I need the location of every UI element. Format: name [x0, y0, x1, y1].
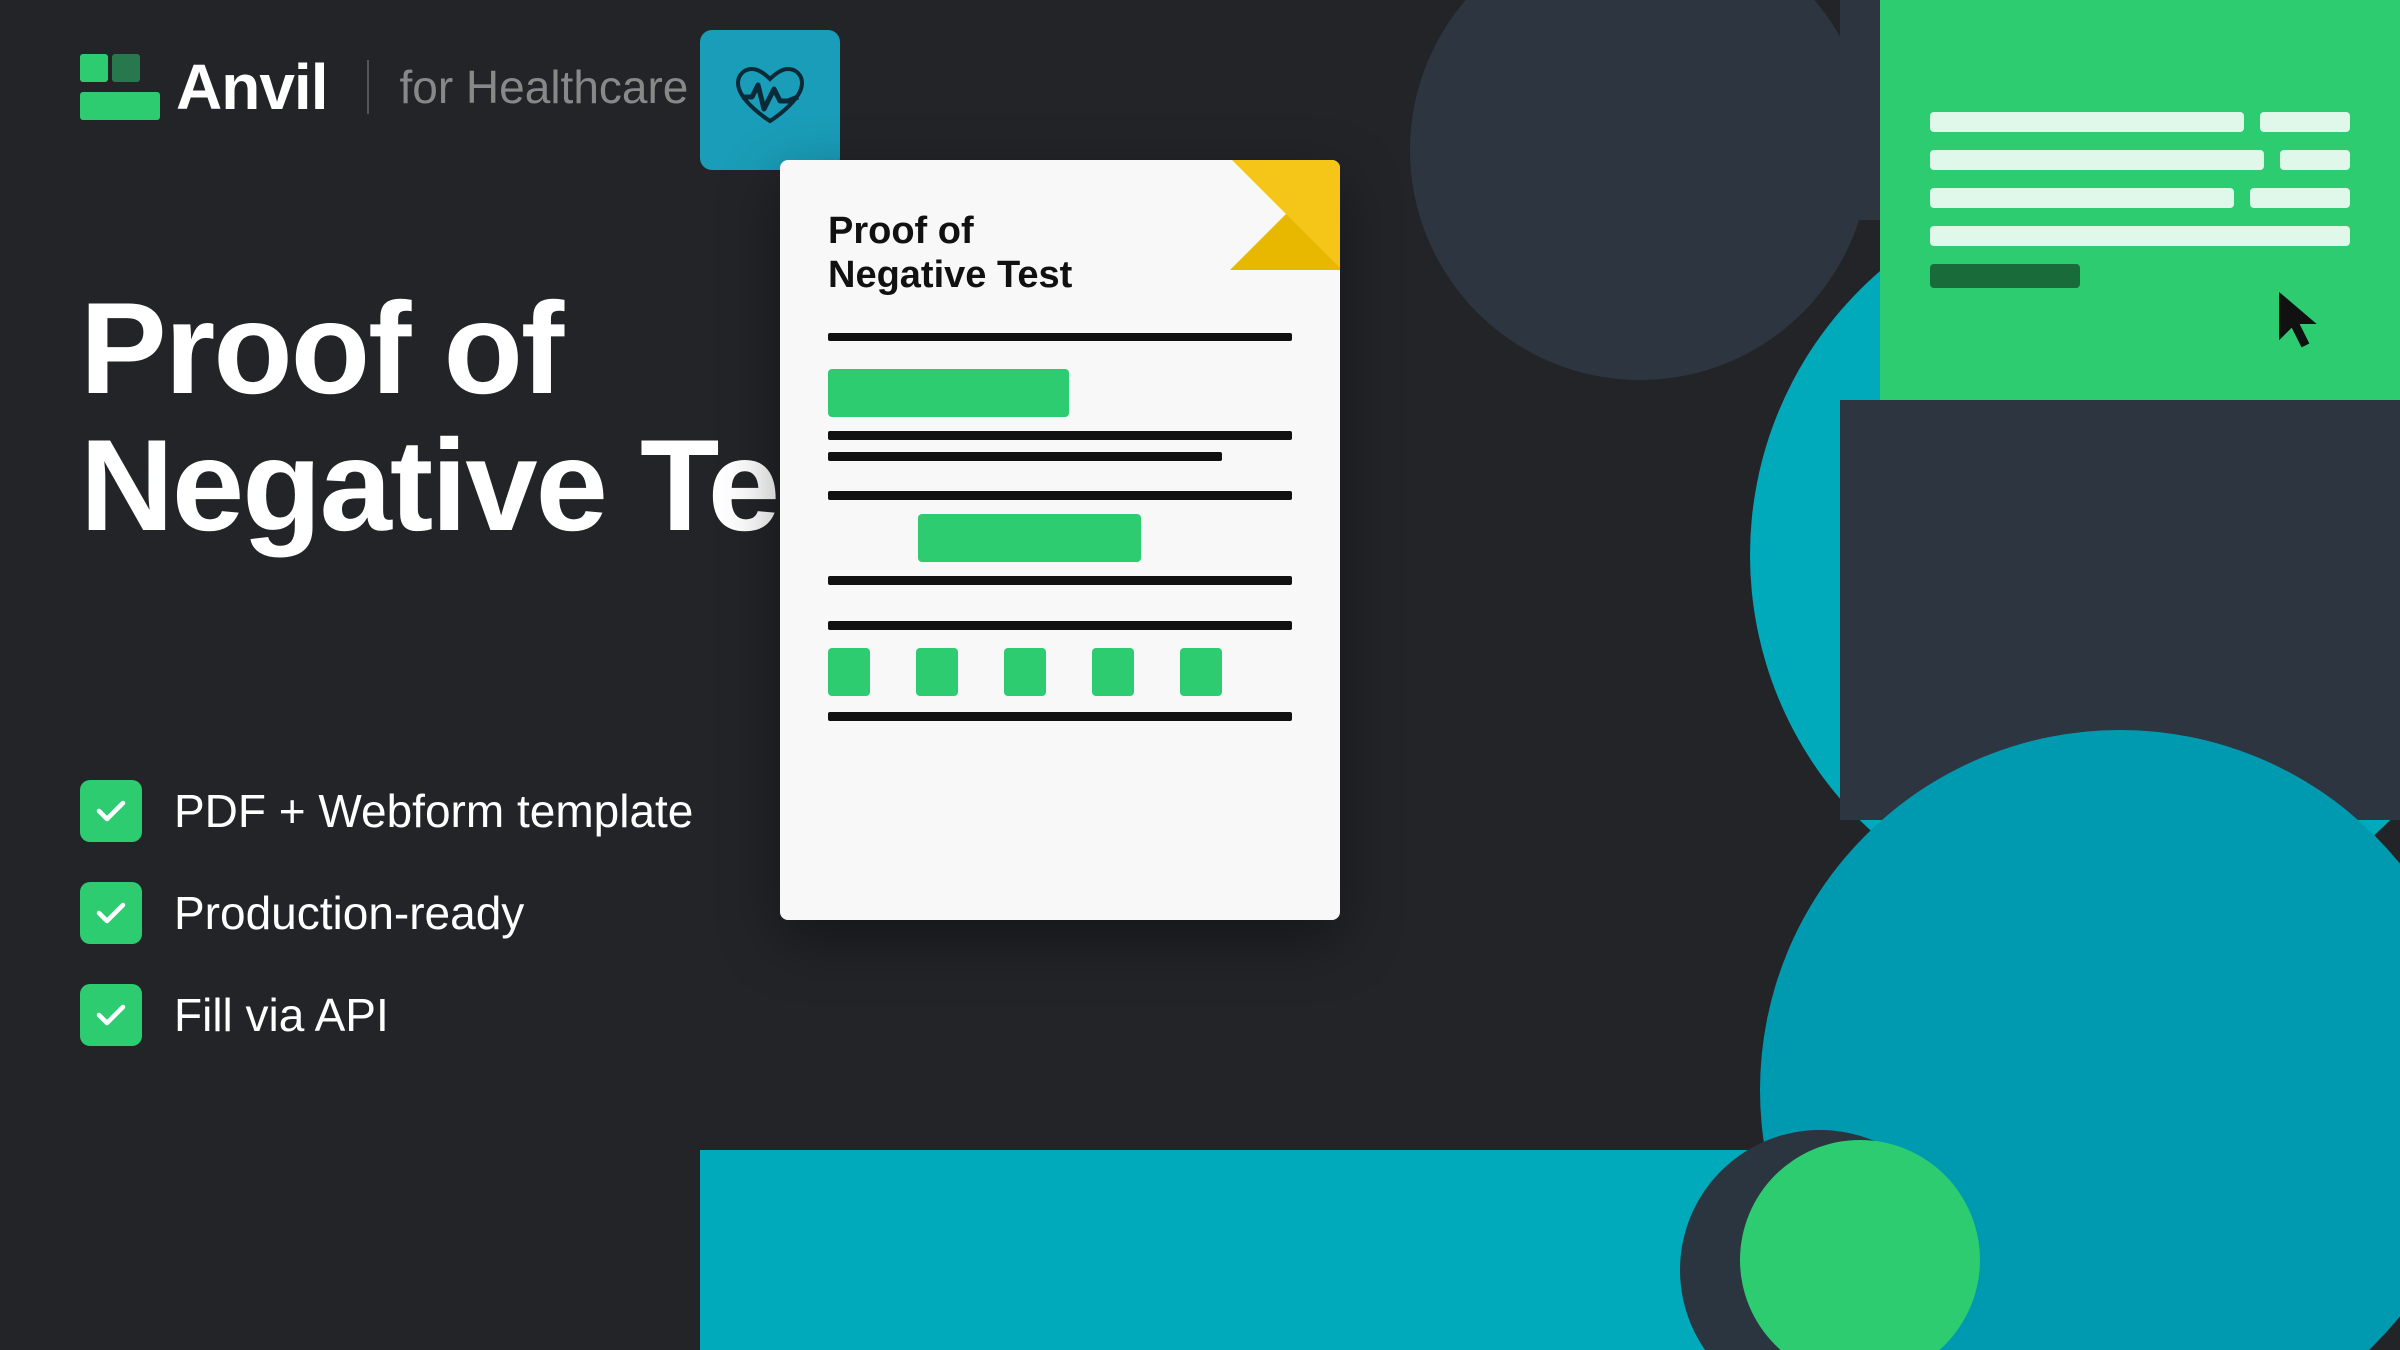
anvil-logo: Anvil: [80, 50, 327, 124]
doc-line-3: [828, 491, 1292, 500]
feature-text-production: Production-ready: [174, 886, 524, 940]
doc-checkboxes: [828, 648, 1292, 696]
document-title: Proof of Negative Test: [828, 210, 1212, 297]
check-badge-production: [80, 882, 142, 944]
brand-tagline: for Healthcare: [367, 60, 688, 114]
headline-line1: Proof of: [80, 275, 562, 421]
brand-name: Anvil: [176, 50, 327, 124]
check-icon-production: [93, 895, 129, 931]
doc-separator: [828, 333, 1292, 341]
doc-line-2: [828, 452, 1222, 461]
main-headline: Proof of Negative Test: [80, 280, 890, 553]
doc-block-1: [828, 369, 1292, 461]
feature-item-production: Production-ready: [80, 882, 693, 944]
feature-list: PDF + Webform template Production-ready …: [80, 780, 693, 1046]
feature-item-pdf: PDF + Webform template: [80, 780, 693, 842]
menu-line-5: [1930, 264, 2350, 288]
doc-block-2: [828, 491, 1292, 585]
check-badge-api: [80, 984, 142, 1046]
headline-line2: Negative Test: [80, 412, 890, 558]
menu-line-3: [1930, 188, 2350, 208]
check-icon-pdf: [93, 793, 129, 829]
top-right-panel: [1880, 0, 2400, 400]
anvil-icon: [80, 54, 160, 120]
check-badge-pdf: [80, 780, 142, 842]
header: Anvil for Healthcare: [80, 50, 688, 124]
doc-green-bar-1: [828, 369, 1069, 417]
doc-line-6: [828, 712, 1292, 721]
menu-line-1: [1930, 112, 2350, 132]
doc-line-5: [828, 621, 1292, 630]
main-container: Anvil for Healthcare Proof of Negative T…: [0, 0, 2400, 1350]
doc-green-bar-2: [918, 514, 1141, 562]
bg-dark-circle-top: [1410, 0, 1870, 380]
menu-line-4: [1930, 226, 2350, 246]
document-card: Proof of Negative Test: [780, 160, 1340, 920]
heart-monitor-icon: [730, 65, 810, 135]
doc-line-1: [828, 431, 1292, 440]
feature-item-api: Fill via API: [80, 984, 693, 1046]
feature-text-pdf: PDF + Webform template: [174, 784, 693, 838]
doc-line-4: [828, 576, 1292, 585]
feature-text-api: Fill via API: [174, 988, 389, 1042]
check-icon-api: [93, 997, 129, 1033]
cursor-icon: [2272, 290, 2322, 355]
doc-block-3: [828, 621, 1292, 721]
menu-line-2: [1930, 150, 2350, 170]
health-icon-box: [700, 30, 840, 170]
